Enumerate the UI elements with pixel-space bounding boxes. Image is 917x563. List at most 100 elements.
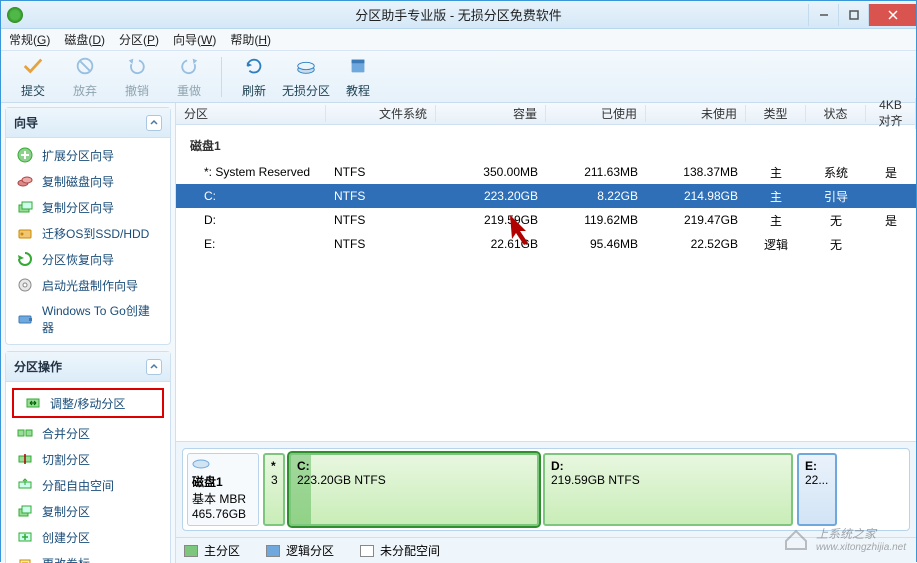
ext-icon: [16, 146, 34, 164]
cell-state: 引导: [806, 188, 866, 205]
table-header-cell[interactable]: 容量: [436, 105, 546, 122]
diskmap-partition[interactable]: D: 219.59GB NTFS: [543, 453, 793, 526]
table-header-cell[interactable]: 分区: [176, 105, 326, 122]
legend-swatch: [266, 545, 280, 557]
cell-type: 逻辑: [746, 236, 806, 253]
tool-undo[interactable]: 撤销: [111, 53, 163, 101]
undo-icon: [125, 55, 149, 80]
diskmap-disk[interactable]: 磁盘1 基本 MBR 465.76GB: [187, 453, 259, 526]
sidebar-item-label: 调整/移动分区: [50, 395, 125, 412]
watermark-text: 上系统之家: [816, 525, 906, 542]
cell-type: 主: [746, 188, 806, 205]
copydisk-icon: [16, 172, 34, 190]
diskmap-partition[interactable]: C: 223.20GB NTFS: [289, 453, 539, 526]
cell-name: D:: [176, 213, 326, 227]
sidebar-item-ext[interactable]: 扩展分区向导: [6, 142, 170, 168]
diskmap: 磁盘1 基本 MBR 465.76GB * 3 C: 223.20GB NTFS…: [176, 441, 916, 537]
table-header-cell[interactable]: 已使用: [546, 105, 646, 122]
legend-item: 主分区: [184, 542, 240, 559]
sidebar-item-create[interactable]: 创建分区: [6, 524, 170, 550]
ops-panel-title: 分区操作: [14, 358, 62, 375]
tool-book[interactable]: 教程: [332, 53, 384, 101]
sidebar-item-label: 合并分区: [42, 425, 90, 442]
sidebar-item-alloc[interactable]: 分配自由空间: [6, 472, 170, 498]
table-row[interactable]: *: System Reserved NTFS 350.00MB 211.63M…: [176, 160, 916, 184]
cell-state: 无: [806, 212, 866, 229]
sidebar-item-label: 分配自由空间: [42, 477, 114, 494]
sidebar-item-merge[interactable]: 合并分区: [6, 420, 170, 446]
sidebar-item-copydisk[interactable]: 复制磁盘向导: [6, 168, 170, 194]
sidebar-item-wtg[interactable]: Windows To Go创建器: [6, 298, 170, 340]
tool-safe[interactable]: 无损分区: [280, 53, 332, 101]
table-row[interactable]: E: NTFS 22.61GB 95.46MB 22.52GB 逻辑 无: [176, 232, 916, 256]
copypart-icon: [16, 198, 34, 216]
cell-state: 系统: [806, 164, 866, 181]
sidebar-item-copy[interactable]: 复制分区: [6, 498, 170, 524]
split-icon: [16, 450, 34, 468]
tool-redo[interactable]: 重做: [163, 53, 215, 101]
cell-cap: 223.20GB: [436, 189, 546, 203]
partition-label: *: [271, 459, 277, 473]
pointer-arrow-icon: [506, 211, 542, 247]
menu-item[interactable]: 磁盘(D): [64, 31, 105, 48]
titlebar: 分区助手专业版 - 无损分区免费软件: [1, 1, 916, 29]
disk-icon: [192, 458, 210, 470]
sidebar-item-label[interactable]: 更改卷标: [6, 550, 170, 563]
book-icon: [346, 55, 370, 80]
tool-discard[interactable]: 放弃: [59, 53, 111, 101]
menu-item[interactable]: 帮助(H): [230, 31, 271, 48]
tool-label: 重做: [177, 82, 201, 99]
tool-label: 无损分区: [282, 82, 330, 99]
tool-check[interactable]: 提交: [7, 53, 59, 101]
close-button[interactable]: [868, 4, 916, 26]
sidebar-item-copypart[interactable]: 复制分区向导: [6, 194, 170, 220]
cell-name: C:: [176, 189, 326, 203]
recover-icon: [16, 250, 34, 268]
wizard-panel-header[interactable]: 向导: [6, 108, 170, 138]
app-icon: [7, 7, 23, 23]
tool-label: 刷新: [242, 82, 266, 99]
menu-item[interactable]: 常规(G): [9, 31, 50, 48]
menu-item[interactable]: 分区(P): [119, 31, 159, 48]
menu-item[interactable]: 向导(W): [173, 31, 216, 48]
cell-used: 119.62MB: [546, 213, 646, 227]
sidebar-item-split[interactable]: 切割分区: [6, 446, 170, 472]
disk-label: 磁盘1: [176, 127, 916, 160]
table-row[interactable]: D: NTFS 219.59GB 119.62MB 219.47GB 主 无 是: [176, 208, 916, 232]
cell-4k: 是: [866, 164, 916, 181]
content-area: 分区文件系统容量已使用未使用类型状态4KB对齐 磁盘1 *: System Re…: [176, 103, 916, 563]
copy-icon: [16, 502, 34, 520]
cell-name: *: System Reserved: [176, 165, 326, 179]
legend-label: 逻辑分区: [286, 542, 334, 559]
tool-label: 提交: [21, 82, 45, 99]
sidebar-item-label: 分区恢复向导: [42, 251, 114, 268]
sidebar-item-resize[interactable]: 调整/移动分区: [14, 390, 162, 416]
partition-label: E:: [805, 459, 829, 473]
diskmap-partition[interactable]: * 3: [263, 453, 285, 526]
cell-free: 219.47GB: [646, 213, 746, 227]
ssd-icon: [16, 224, 34, 242]
table-header-cell[interactable]: 未使用: [646, 105, 746, 122]
check-icon: [21, 55, 45, 80]
sidebar-item-ssd[interactable]: 迁移OS到SSD/HDD: [6, 220, 170, 246]
legend-swatch: [360, 545, 374, 557]
sidebar-item-recover[interactable]: 分区恢复向导: [6, 246, 170, 272]
collapse-icon[interactable]: [146, 115, 162, 131]
tool-refresh[interactable]: 刷新: [228, 53, 280, 101]
maximize-button[interactable]: [838, 4, 868, 26]
diskmap-partition[interactable]: E: 22...: [797, 453, 837, 526]
table-row[interactable]: C: NTFS 223.20GB 8.22GB 214.98GB 主 引导: [176, 184, 916, 208]
ops-panel-header[interactable]: 分区操作: [6, 352, 170, 382]
table-header-cell[interactable]: 类型: [746, 105, 806, 122]
legend-item: 逻辑分区: [266, 542, 334, 559]
cell-name: E:: [176, 237, 326, 251]
ops-panel: 分区操作 调整/移动分区 合并分区 切割分区 分配自由空间 复制分区 创建分区: [5, 351, 171, 563]
collapse-icon[interactable]: [146, 359, 162, 375]
minimize-button[interactable]: [808, 4, 838, 26]
sidebar-item-bootdisk[interactable]: 启动光盘制作向导: [6, 272, 170, 298]
cell-used: 8.22GB: [546, 189, 646, 203]
table-header-cell[interactable]: 文件系统: [326, 105, 436, 122]
cell-fs: NTFS: [326, 213, 436, 227]
sidebar-item-label: Windows To Go创建器: [42, 302, 160, 336]
table-header-cell[interactable]: 状态: [806, 105, 866, 122]
